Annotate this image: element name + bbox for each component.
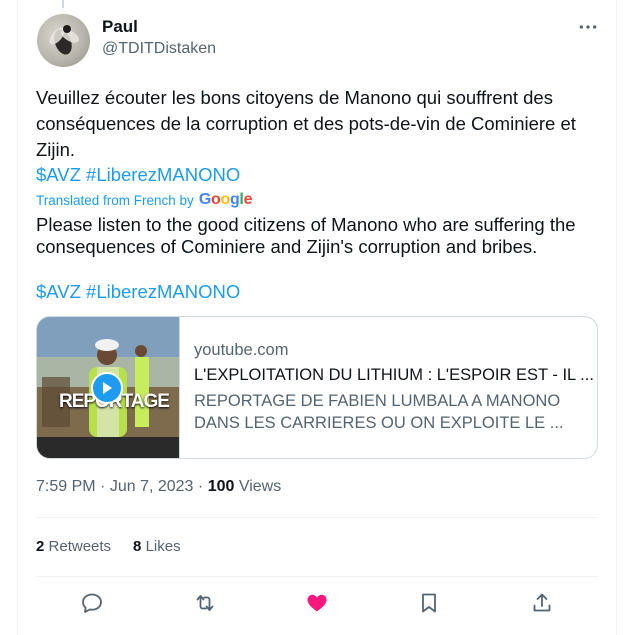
divider-bottom [36, 576, 598, 577]
hashtags-original[interactable]: $AVZ #LiberezMANONO [36, 163, 240, 187]
more-icon [579, 25, 597, 29]
retweet-icon [196, 595, 213, 611]
hashtags-translated[interactable]: $AVZ #LiberezMANONO [36, 280, 240, 304]
tweet-meta: 7:59 PM · Jun 7, 2023 · 100 Views [36, 478, 281, 496]
translated-label: Translated from French by [36, 192, 194, 208]
tweet-text-original: Veuillez écouter les bons citoyens de Ma… [36, 87, 576, 160]
retweets-label: Retweets [48, 538, 112, 555]
card-description: REPORTAGE DE FABIEN LUMBALA A MANONO DAN… [194, 392, 564, 432]
heart-icon [307, 594, 327, 612]
card-title: L'EXPLOITATION DU LITHIUM : L'ESPOIR EST… [194, 366, 594, 384]
google-logo: Google [198, 191, 253, 208]
likes-label: Likes [145, 538, 181, 555]
views-count: 100 [207, 478, 235, 495]
retweets-count: 2 [36, 538, 45, 555]
avatar-insect-image [49, 25, 80, 55]
action-bar [36, 583, 598, 623]
reply-button[interactable] [74, 585, 110, 621]
divider-top [36, 517, 598, 518]
play-icon [103, 382, 112, 394]
author-name[interactable]: Paul [102, 17, 138, 37]
meta-separator-2: · [197, 478, 204, 495]
play-button[interactable] [91, 372, 123, 404]
card-domain: youtube.com [194, 341, 289, 359]
retweets-stat[interactable]: 2 Retweets [36, 538, 111, 555]
translation-attribution[interactable]: Translated from French by Google [36, 191, 252, 209]
share-icon [533, 593, 551, 612]
likes-stat[interactable]: 8 Likes [133, 538, 181, 555]
bookmark-icon [422, 593, 437, 613]
avatar[interactable] [37, 14, 90, 67]
views-label: Views [238, 478, 282, 495]
share-button[interactable] [524, 585, 560, 621]
tweet-date[interactable]: Jun 7, 2023 [110, 478, 194, 495]
bookmark-button[interactable] [411, 585, 447, 621]
meta-separator: · [100, 478, 106, 495]
tweet-time[interactable]: 7:59 PM [36, 478, 96, 495]
more-button[interactable] [576, 16, 600, 38]
like-button[interactable] [299, 585, 335, 621]
reply-icon [82, 593, 103, 613]
tweet-stats: 2 Retweets 8 Likes [36, 538, 181, 555]
video-thumbnail[interactable]: REPORTAGE [37, 317, 179, 458]
link-card[interactable]: REPORTAGE youtube.com L'EXPLOITATION DU … [36, 316, 598, 459]
thread-line [62, 0, 64, 8]
likes-count: 8 [133, 538, 142, 555]
author-handle[interactable]: @TDITDistaken [102, 40, 216, 58]
card-body: youtube.com L'EXPLOITATION DU LITHIUM : … [179, 317, 597, 458]
retweet-button[interactable] [187, 585, 223, 621]
tweet-text-translated: Please listen to the good citizens of Ma… [36, 214, 576, 257]
